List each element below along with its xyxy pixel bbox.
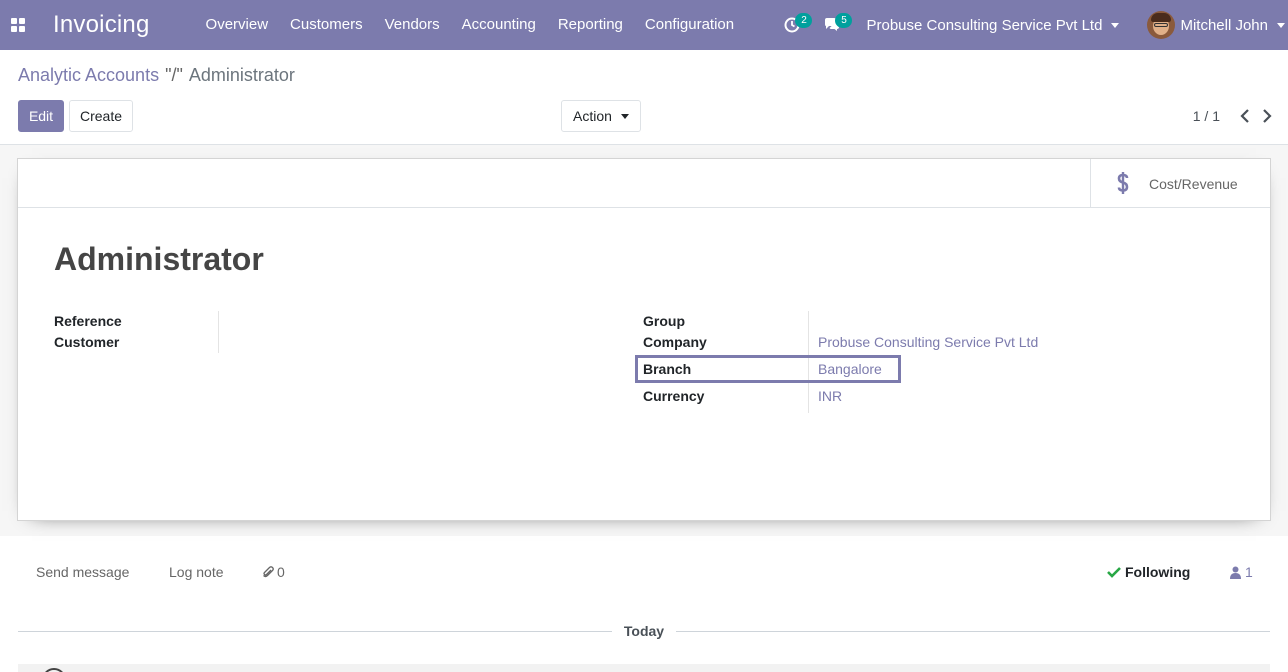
- user-menu[interactable]: Mitchell John: [1147, 11, 1288, 39]
- customer-label: Customer: [54, 334, 120, 350]
- following-button[interactable]: Following: [1107, 564, 1190, 580]
- user-icon: [1230, 566, 1241, 579]
- action-label: Action: [573, 108, 612, 124]
- chevron-down-icon: [1111, 22, 1120, 28]
- cost-revenue-label: Cost/Revenue: [1149, 175, 1238, 192]
- menu-vendors[interactable]: Vendors: [374, 0, 451, 50]
- attachments-button[interactable]: 0: [262, 564, 285, 580]
- date-separator-label: Today: [623, 623, 665, 639]
- company-label: Company: [643, 334, 707, 350]
- record-title: Administrator: [54, 241, 264, 277]
- company-switcher[interactable]: Probuse Consulting Service Pvt Ltd: [866, 16, 1120, 34]
- pager-value[interactable]: 1 / 1: [1193, 108, 1220, 124]
- pager: 1 / 1: [1193, 100, 1278, 132]
- pager-previous-icon[interactable]: [1234, 100, 1256, 132]
- breadcrumb: Analytic Accounts "/" Administrator: [18, 65, 295, 86]
- dollar-icon: [1117, 171, 1129, 194]
- currency-label: Currency: [643, 388, 705, 404]
- form-sheet: Cost/Revenue Administrator Reference Cus…: [17, 158, 1271, 521]
- left-group-divider: [218, 311, 219, 353]
- company-name: Probuse Consulting Service Pvt Ltd: [866, 16, 1103, 34]
- log-note-button[interactable]: Log note: [169, 564, 224, 580]
- attachments-count: 0: [277, 564, 285, 580]
- breadcrumb-separator: "/": [165, 65, 183, 85]
- menu-overview[interactable]: Overview: [195, 0, 280, 50]
- message-item: [18, 664, 1270, 672]
- messages-comments-icon[interactable]: 5: [812, 0, 853, 50]
- cost-revenue-button[interactable]: Cost/Revenue: [1090, 159, 1270, 208]
- group-label: Group: [643, 313, 685, 329]
- systray: 2 5 Probuse Consulting Service Pvt Ltd M…: [772, 0, 1288, 50]
- user-name: Mitchell John: [1180, 16, 1268, 34]
- currency-value[interactable]: INR: [818, 388, 842, 404]
- apps-menu-icon[interactable]: [0, 0, 36, 50]
- chevron-down-icon: [1277, 22, 1285, 28]
- app-title[interactable]: Invoicing: [53, 11, 150, 39]
- date-separator: Today: [18, 621, 1271, 641]
- followers-button[interactable]: 1: [1230, 564, 1253, 580]
- smart-button-box: Cost/Revenue: [18, 159, 1270, 208]
- send-message-button[interactable]: Send message: [36, 564, 129, 580]
- menu-accounting[interactable]: Accounting: [451, 0, 547, 50]
- create-button[interactable]: Create: [69, 100, 133, 132]
- branch-highlight-box: [635, 355, 901, 383]
- user-avatar: [1147, 11, 1176, 39]
- pager-next-icon[interactable]: [1256, 100, 1278, 132]
- breadcrumb-parent[interactable]: Analytic Accounts: [18, 65, 159, 86]
- paperclip-icon: [263, 566, 274, 578]
- chatter-topbar: Send message Log note 0 Following 1: [0, 552, 1288, 592]
- edit-button[interactable]: Edit: [18, 100, 64, 132]
- followers-count: 1: [1245, 564, 1253, 580]
- activity-count-badge: 2: [795, 13, 813, 28]
- check-icon: [1107, 567, 1121, 578]
- following-label: Following: [1125, 564, 1191, 580]
- action-dropdown-button[interactable]: Action: [561, 100, 641, 132]
- top-navbar: Invoicing Overview Customers Vendors Acc…: [0, 0, 1288, 50]
- message-author-avatar: [42, 668, 66, 672]
- menu-configuration[interactable]: Configuration: [634, 0, 745, 50]
- breadcrumb-current: Administrator: [188, 65, 295, 85]
- message-count-badge: 5: [835, 13, 853, 28]
- menu-reporting[interactable]: Reporting: [547, 0, 634, 50]
- menu-customers[interactable]: Customers: [279, 0, 374, 50]
- main-menu: Overview Customers Vendors Accounting Re…: [195, 0, 746, 50]
- chevron-down-icon: [620, 113, 629, 119]
- company-value[interactable]: Probuse Consulting Service Pvt Ltd: [818, 334, 1038, 350]
- reference-label: Reference: [54, 313, 122, 329]
- activity-clock-icon[interactable]: 2: [772, 0, 813, 50]
